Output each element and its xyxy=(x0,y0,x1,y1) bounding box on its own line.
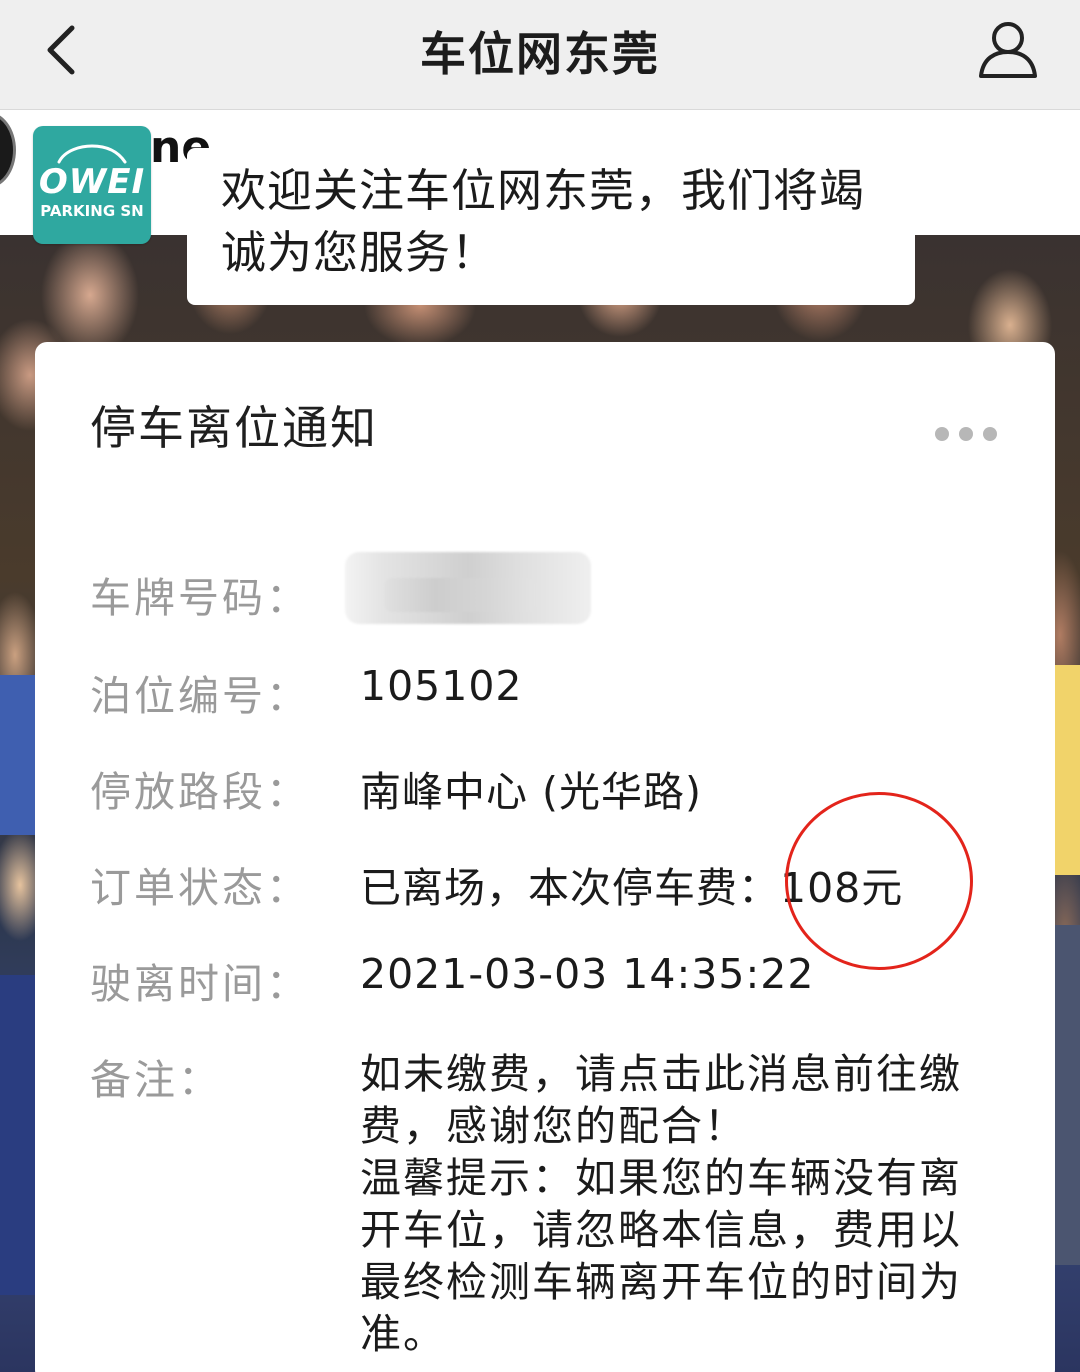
more-dot xyxy=(959,427,973,441)
welcome-message[interactable]: 欢迎关注车位网东莞，我们将竭诚为您服务！ xyxy=(187,148,915,305)
remark-text: 如未缴费，请点击此消息前往缴 费，感谢您的配合！ 温馨提示：如果您的车辆没有离 … xyxy=(360,1048,1000,1360)
remark-line: 费，感谢您的配合！ xyxy=(360,1102,747,1150)
remark-line: 准。 xyxy=(360,1310,446,1358)
plate-label: 车牌号码： xyxy=(90,574,310,622)
remark-line: 温馨提示：如果您的车辆没有离 xyxy=(360,1154,962,1202)
fee-highlight-circle xyxy=(785,792,973,970)
road-value: 南峰中心 (光华路) xyxy=(360,768,703,816)
remark-line: 最终检测车辆离开车位的时间为 xyxy=(360,1258,962,1306)
berth-label: 泊位编号： xyxy=(90,672,310,720)
departure-time-label: 驶离时间： xyxy=(90,960,310,1008)
top-nav-bar: 车位网东莞 xyxy=(0,0,1080,110)
order-status-label: 订单状态： xyxy=(90,864,310,912)
card-title: 停车离位通知 xyxy=(90,401,378,455)
remark-line: 如未缴费，请点击此消息前往缴 xyxy=(360,1050,962,1098)
more-dot xyxy=(935,427,949,441)
logo-wordmark: OWEI xyxy=(38,162,146,202)
remark-label: 备注： xyxy=(90,1056,222,1104)
plate-number-blurred xyxy=(345,552,591,624)
page-title: 车位网东莞 xyxy=(420,27,660,81)
berth-value: 105102 xyxy=(360,662,523,710)
profile-button[interactable] xyxy=(975,18,1041,84)
parking-notification-card[interactable]: 停车离位通知 车牌号码： 泊位编号： 105102 停放路段： 南峰中心 (光华… xyxy=(35,342,1055,1372)
more-button[interactable] xyxy=(933,422,1003,446)
road-label: 停放路段： xyxy=(90,768,310,816)
account-logo[interactable]: OWEI PARKING SN xyxy=(33,126,151,244)
more-dot xyxy=(983,427,997,441)
car-icon xyxy=(57,144,127,164)
departure-time-value: 2021-03-03 14:35:22 xyxy=(360,950,815,998)
logo-subtext: PARKING SN xyxy=(40,202,144,220)
remark-line: 开车位，请忽略本信息，费用以 xyxy=(360,1206,962,1254)
user-icon xyxy=(979,22,1037,78)
